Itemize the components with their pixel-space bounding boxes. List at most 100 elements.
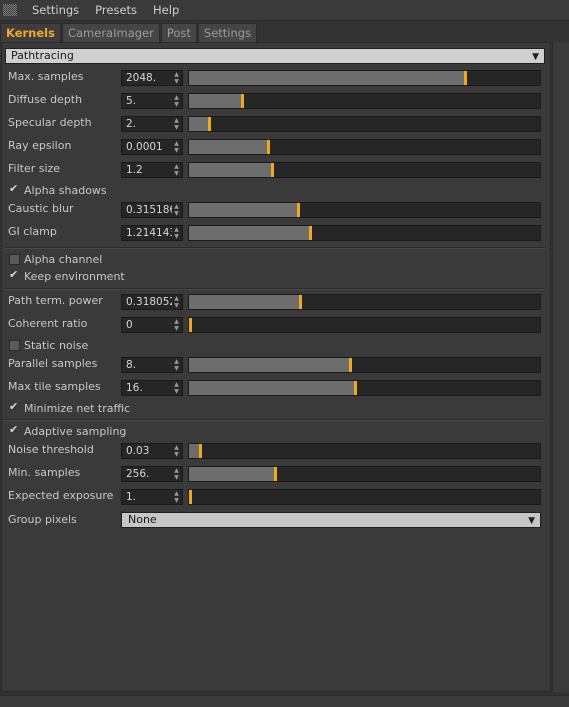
param-label: Max. samples [8, 70, 84, 83]
spin-arrows-icon[interactable]: ▲ ▼ [172, 71, 181, 85]
spin-arrows-icon[interactable]: ▲ ▼ [172, 318, 181, 332]
param-spinbox[interactable]: 5. ▲ ▼ [121, 93, 183, 109]
param-label: Caustic blur [8, 202, 74, 215]
slider-handle[interactable] [208, 117, 211, 131]
param-slider[interactable] [188, 139, 541, 155]
param-slider[interactable] [188, 357, 541, 373]
slider-handle[interactable] [299, 295, 302, 309]
kernel-type-select[interactable]: Pathtracing ▼ [5, 48, 545, 64]
vertical-scrollbar[interactable] [552, 42, 569, 692]
slider-fill [189, 140, 267, 154]
menu-settings[interactable]: Settings [24, 3, 87, 17]
param-slider[interactable] [188, 70, 541, 86]
menu-help[interactable]: Help [145, 3, 187, 17]
spin-arrows-icon[interactable]: ▲ ▼ [172, 226, 181, 240]
param-label: Noise threshold [8, 443, 94, 456]
tab-kernels[interactable]: Kernels [0, 23, 61, 42]
slider-handle[interactable] [267, 140, 270, 154]
checkmark-icon [9, 182, 20, 196]
keep-environment-checkbox[interactable]: Keep environment [9, 268, 125, 283]
spin-arrows-icon[interactable]: ▲ ▼ [172, 381, 181, 395]
param-value: 0 [126, 319, 133, 331]
adaptive-sampling-checkbox[interactable]: Adaptive sampling [9, 423, 126, 438]
param-label: GI clamp [8, 225, 57, 238]
slider-fill [189, 117, 208, 131]
slider-handle[interactable] [464, 71, 467, 85]
tab-settings[interactable]: Settings [197, 23, 258, 42]
slider-fill [189, 94, 241, 108]
param-spinbox[interactable]: 8. ▲ ▼ [121, 357, 183, 373]
slider-fill [189, 71, 464, 85]
spin-arrows-icon[interactable]: ▲ ▼ [172, 163, 181, 177]
slider-handle[interactable] [271, 163, 274, 177]
spin-arrows-icon[interactable]: ▲ ▼ [172, 444, 181, 458]
checkmark-icon [9, 268, 20, 282]
param-spinbox[interactable]: 2048. ▲ ▼ [121, 70, 183, 86]
tab-bar: Kernels CameraImager Post Settings [0, 23, 258, 42]
slider-handle[interactable] [189, 490, 192, 504]
slider-handle[interactable] [274, 467, 277, 481]
horizontal-scrollbar[interactable] [0, 695, 569, 707]
param-spinbox[interactable]: 0.0001 ▲ ▼ [121, 139, 183, 155]
param-value: 0.318052 [126, 296, 177, 308]
spin-arrows-icon[interactable]: ▲ ▼ [172, 203, 181, 217]
slider-handle[interactable] [189, 318, 192, 332]
checkmark-icon [9, 400, 20, 414]
slider-handle[interactable] [309, 226, 312, 240]
param-value: 1.214143 [126, 227, 177, 239]
param-spinbox[interactable]: 0 ▲ ▼ [121, 317, 183, 333]
spin-arrows-icon[interactable]: ▲ ▼ [172, 467, 181, 481]
param-spinbox[interactable]: 0.315186 ▲ ▼ [121, 202, 183, 218]
param-spinbox[interactable]: 1. ▲ ▼ [121, 489, 183, 505]
unchecked-box-icon [9, 254, 20, 265]
param-value: 5. [126, 95, 137, 107]
param-spinbox[interactable]: 2. ▲ ▼ [121, 116, 183, 132]
param-spinbox[interactable]: 1.2 ▲ ▼ [121, 162, 183, 178]
param-slider[interactable] [188, 294, 541, 310]
param-slider[interactable] [188, 225, 541, 241]
tab-cameraimager[interactable]: CameraImager [61, 23, 160, 42]
param-slider[interactable] [188, 466, 541, 482]
chevron-down-icon: ▼ [532, 52, 539, 62]
checkbox-label: Keep environment [24, 270, 125, 283]
alpha-shadows-checkbox[interactable]: Alpha shadows [9, 182, 107, 197]
param-spinbox[interactable]: 16. ▲ ▼ [121, 380, 183, 396]
slider-handle[interactable] [297, 203, 300, 217]
slider-handle[interactable] [349, 358, 352, 372]
spin-arrows-icon[interactable]: ▲ ▼ [172, 358, 181, 372]
spin-arrows-icon[interactable]: ▲ ▼ [172, 490, 181, 504]
param-slider[interactable] [188, 317, 541, 333]
slider-handle[interactable] [199, 444, 202, 458]
param-slider[interactable] [188, 489, 541, 505]
group-pixels-select[interactable]: None ▼ [121, 512, 541, 528]
spin-arrows-icon[interactable]: ▲ ▼ [172, 94, 181, 108]
param-slider[interactable] [188, 93, 541, 109]
tab-post[interactable]: Post [160, 23, 197, 42]
param-slider[interactable] [188, 443, 541, 459]
param-spinbox[interactable]: 0.03 ▲ ▼ [121, 443, 183, 459]
param-label: Path term. power [8, 294, 103, 307]
spin-arrows-icon[interactable]: ▲ ▼ [172, 295, 181, 309]
slider-handle[interactable] [241, 94, 244, 108]
menu-presets[interactable]: Presets [87, 3, 145, 17]
param-slider[interactable] [188, 380, 541, 396]
static-noise-checkbox[interactable]: Static noise [9, 339, 88, 352]
grip-icon[interactable] [3, 4, 17, 16]
param-spinbox[interactable]: 0.318052 ▲ ▼ [121, 294, 183, 310]
param-label: Parallel samples [8, 357, 98, 370]
alpha-channel-checkbox[interactable]: Alpha channel [9, 253, 102, 266]
param-value: 2. [126, 118, 137, 130]
slider-fill [189, 358, 349, 372]
param-slider[interactable] [188, 116, 541, 132]
param-slider[interactable] [188, 162, 541, 178]
minimize-net-traffic-checkbox[interactable]: Minimize net traffic [9, 400, 130, 415]
param-spinbox[interactable]: 1.214143 ▲ ▼ [121, 225, 183, 241]
slider-fill [189, 381, 354, 395]
param-slider[interactable] [188, 202, 541, 218]
spin-arrows-icon[interactable]: ▲ ▼ [172, 117, 181, 131]
spin-arrows-icon[interactable]: ▲ ▼ [172, 140, 181, 154]
param-label: Expected exposure [8, 489, 114, 502]
param-spinbox[interactable]: 256. ▲ ▼ [121, 466, 183, 482]
param-value: 1. [126, 491, 137, 503]
slider-handle[interactable] [354, 381, 357, 395]
